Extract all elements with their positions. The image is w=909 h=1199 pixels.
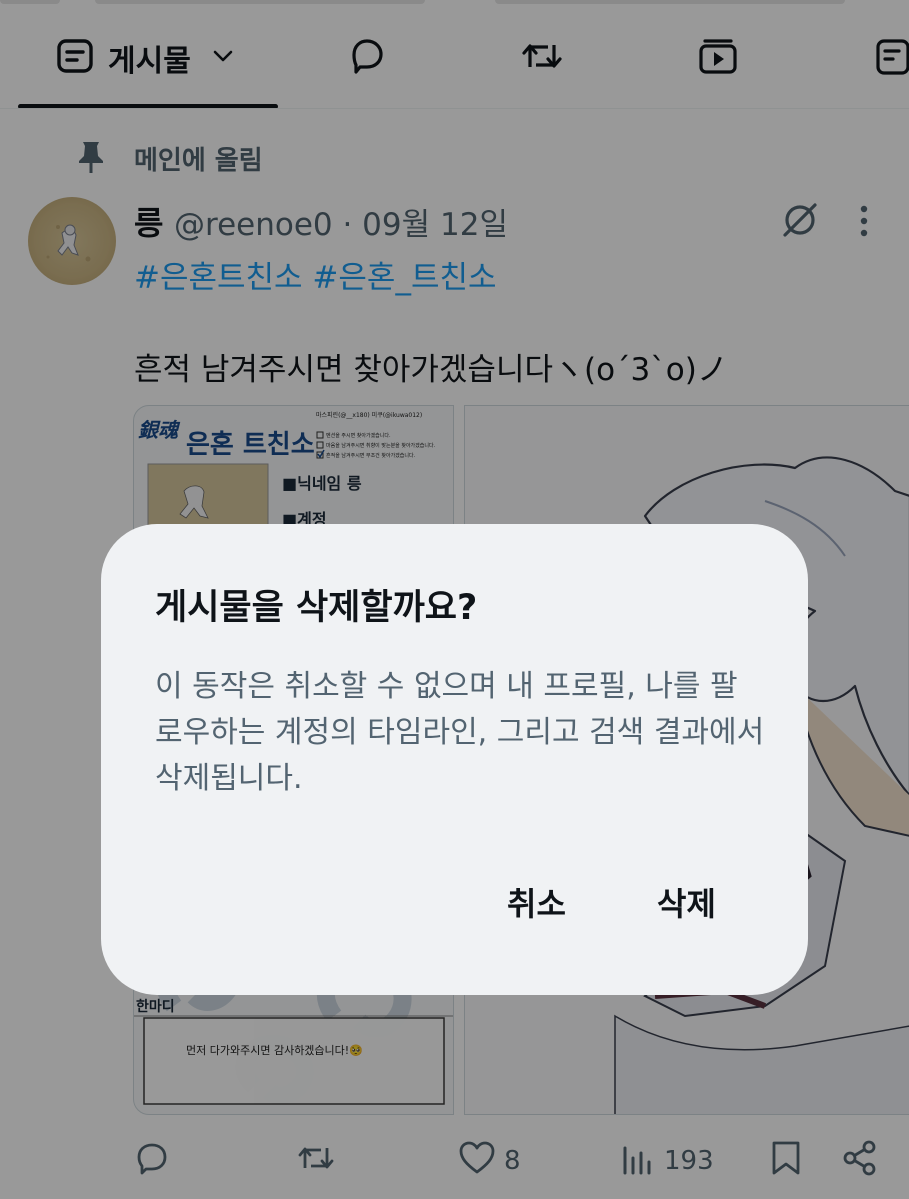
dialog-title: 게시물을 삭제할까요? — [155, 588, 478, 628]
cancel-button[interactable]: 취소 — [507, 879, 566, 925]
dialog-message: 이 동작은 취소할 수 없으며 내 프로필, 나를 팔로우하는 계정의 타임라인… — [155, 669, 765, 796]
delete-confirm-dialog: 게시물을 삭제할까요? 이 동작은 취소할 수 없으며 내 프로필, 나를 팔로… — [101, 524, 808, 995]
delete-button[interactable]: 삭제 — [657, 879, 716, 925]
